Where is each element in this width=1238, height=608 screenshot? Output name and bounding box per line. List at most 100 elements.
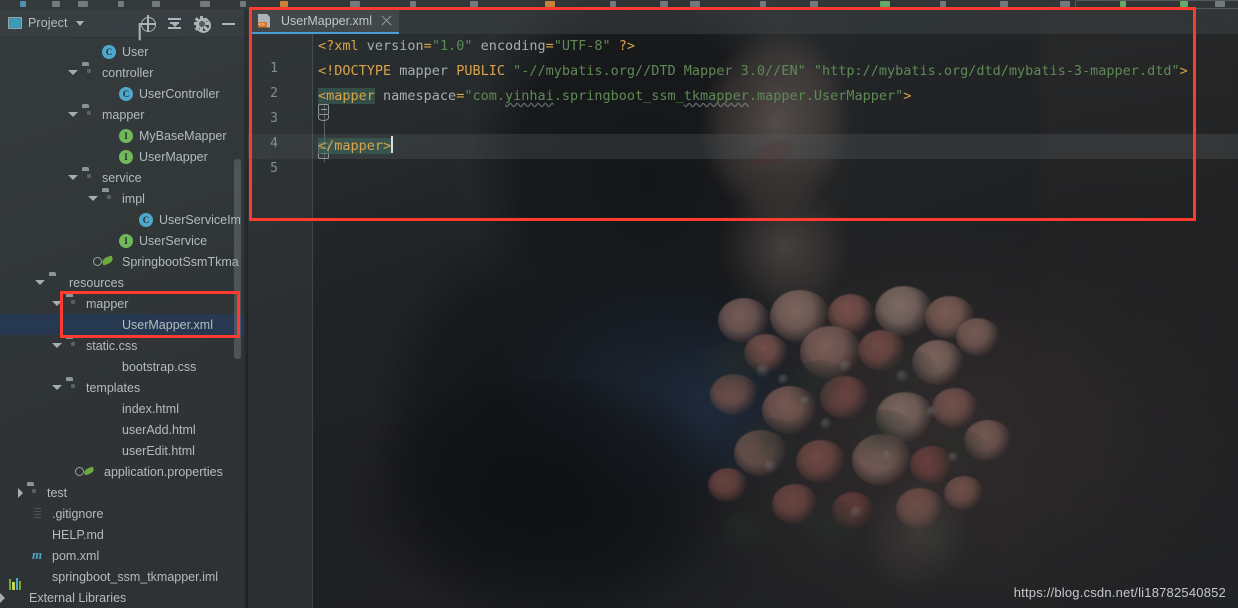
project-icon — [8, 17, 22, 29]
code-content[interactable]: <?xml version="1.0" encoding="UTF-8" ?> <… — [318, 34, 1238, 608]
gear-icon[interactable] — [193, 16, 211, 33]
html-file-icon: H — [102, 422, 118, 438]
toolbar-icon[interactable] — [545, 1, 555, 7]
code-token: "UTF-8" — [553, 38, 611, 54]
tree-item-label: static.css — [86, 338, 138, 353]
chevron-right-icon[interactable] — [18, 487, 23, 498]
toolbar-icon[interactable] — [240, 1, 246, 7]
chevron-down-icon[interactable] — [88, 196, 98, 201]
code-line[interactable]: <?xml version="1.0" encoding="UTF-8" ?> — [318, 34, 635, 59]
run-configuration-box[interactable] — [1075, 0, 1238, 9]
chevron-down-icon[interactable] — [52, 343, 62, 348]
toolbar-icon[interactable] — [280, 1, 288, 7]
tree-item-external-libraries[interactable]: External Libraries — [0, 577, 246, 608]
code-line[interactable]: </mapper> — [318, 134, 393, 159]
tree-item-bootstrap-css[interactable]: css bootstrap.css — [0, 356, 246, 377]
toolbar-icon[interactable] — [880, 1, 890, 7]
ide-window: Project C User controller C UserController ma… — [0, 0, 1238, 608]
toolbar-icon[interactable] — [152, 1, 160, 7]
toolbar-icon[interactable] — [470, 1, 478, 7]
tree-item-label: External Libraries — [29, 590, 127, 605]
toolbar-icon[interactable] — [810, 1, 818, 7]
toolbar-icon[interactable] — [1000, 1, 1008, 7]
tree-item-label: service — [102, 170, 142, 185]
tree-item-springboot-ssm-tkmapper-iml[interactable]: springboot_ssm_tkmapper.iml — [0, 566, 246, 587]
tree-item-userservice[interactable]: I UserService — [0, 230, 246, 251]
toolbar-icon[interactable] — [52, 1, 60, 7]
tree-item-templates[interactable]: templates — [0, 377, 246, 398]
collapse-all-icon[interactable] — [167, 16, 182, 31]
folder-icon — [66, 380, 82, 396]
toolbar-icon[interactable] — [1060, 1, 1070, 7]
chevron-down-icon[interactable] — [52, 301, 62, 306]
main-toolbar[interactable] — [0, 0, 1238, 9]
toolbar-icon[interactable] — [350, 1, 360, 7]
toolbar-icon[interactable] — [610, 1, 616, 7]
tree-item-application-properties[interactable]: application.properties — [0, 461, 246, 482]
tree-item-usermapper-xml[interactable]: <> UserMapper.xml — [0, 314, 246, 335]
toolbar-icon[interactable] — [200, 1, 210, 7]
project-tree[interactable]: C User controller C UserController mapper I MyB… — [0, 38, 246, 608]
minimize-icon[interactable] — [221, 16, 236, 31]
tab-label: UserMapper.xml — [281, 13, 372, 28]
tree-item-label: SpringbootSsmTkma — [122, 254, 239, 269]
tree-item-gitignore[interactable]: .gitignore — [0, 503, 246, 524]
tree-item-resources[interactable]: resources — [0, 272, 246, 293]
folder-icon — [82, 170, 98, 186]
toolbar-icon[interactable] — [20, 1, 26, 7]
sidebar-resize-handle[interactable] — [244, 9, 246, 608]
tree-item-static-css[interactable]: static.css — [0, 335, 246, 356]
tree-item-usercontroller[interactable]: C UserController — [0, 83, 246, 104]
close-icon[interactable] — [381, 15, 392, 26]
tree-item-useredit-html[interactable]: HuserEdit.html — [0, 440, 246, 461]
toolbar-icon[interactable] — [118, 1, 124, 7]
tab-usermapper-xml[interactable]: <> UserMapper.xml — [250, 9, 399, 34]
tree-item-userserviceim[interactable]: C UserServiceIm — [0, 209, 246, 230]
toolbar-icon[interactable] — [940, 1, 946, 7]
tree-item-service[interactable]: service — [0, 167, 246, 188]
toolbar-icon[interactable] — [78, 1, 88, 7]
toolbar-icon[interactable] — [410, 1, 416, 7]
sidebar-scrollbar[interactable] — [234, 159, 241, 359]
code-line[interactable]: <!DOCTYPE mapper PUBLIC "-//mybatis.org/… — [318, 59, 1188, 84]
toolbar-icon[interactable] — [760, 1, 766, 7]
project-title-group[interactable]: Project — [0, 16, 84, 30]
spring-boot-icon — [93, 254, 118, 270]
tree-item-index-html[interactable]: Hindex.html — [0, 398, 246, 419]
code-token: tkmapper — [683, 88, 749, 104]
tree-item-springbootssmtkma[interactable]: SpringbootSsmTkma — [0, 251, 246, 272]
locate-icon[interactable] — [139, 15, 156, 32]
tree-item-mapper[interactable]: mapper — [0, 104, 246, 125]
tree-item-test[interactable]: test — [0, 482, 246, 503]
chevron-down-icon[interactable] — [68, 112, 78, 117]
toolbar-icon[interactable] — [660, 1, 668, 7]
tree-item-impl[interactable]: impl — [0, 188, 246, 209]
tree-item-mapper[interactable]: mapper — [0, 293, 246, 314]
interface-icon: I — [119, 149, 135, 165]
tree-item-usermapper[interactable]: I UserMapper — [0, 146, 246, 167]
chevron-down-icon[interactable] — [68, 70, 78, 75]
toolbar-icon[interactable] — [690, 1, 700, 7]
chevron-right-icon[interactable] — [0, 592, 5, 603]
chevron-down-icon[interactable] — [35, 280, 45, 285]
tree-item-label: controller — [102, 65, 154, 80]
tree-item-user[interactable]: C User — [0, 41, 246, 62]
code-token: namespace — [374, 88, 457, 104]
chevron-down-icon[interactable] — [68, 175, 78, 180]
tree-item-pom-xml[interactable]: m pom.xml — [0, 545, 246, 566]
tree-item-help-md[interactable]: MD HELP.md — [0, 524, 246, 545]
folder-icon — [66, 296, 82, 312]
code-token: ?> — [610, 38, 636, 54]
tree-item-label: UserController — [139, 86, 220, 101]
code-token: encoding — [472, 38, 546, 54]
code-line[interactable]: <mapper namespace="com.yinhai.springboot… — [318, 84, 911, 109]
tree-item-mybasemapper[interactable]: I MyBaseMapper — [0, 125, 246, 146]
tree-item-useradd-html[interactable]: HuserAdd.html — [0, 419, 246, 440]
chevron-down-icon[interactable] — [75, 20, 84, 26]
tree-item-label: impl — [122, 191, 145, 206]
chevron-down-icon[interactable] — [52, 385, 62, 390]
tree-item-controller[interactable]: controller — [0, 62, 246, 83]
